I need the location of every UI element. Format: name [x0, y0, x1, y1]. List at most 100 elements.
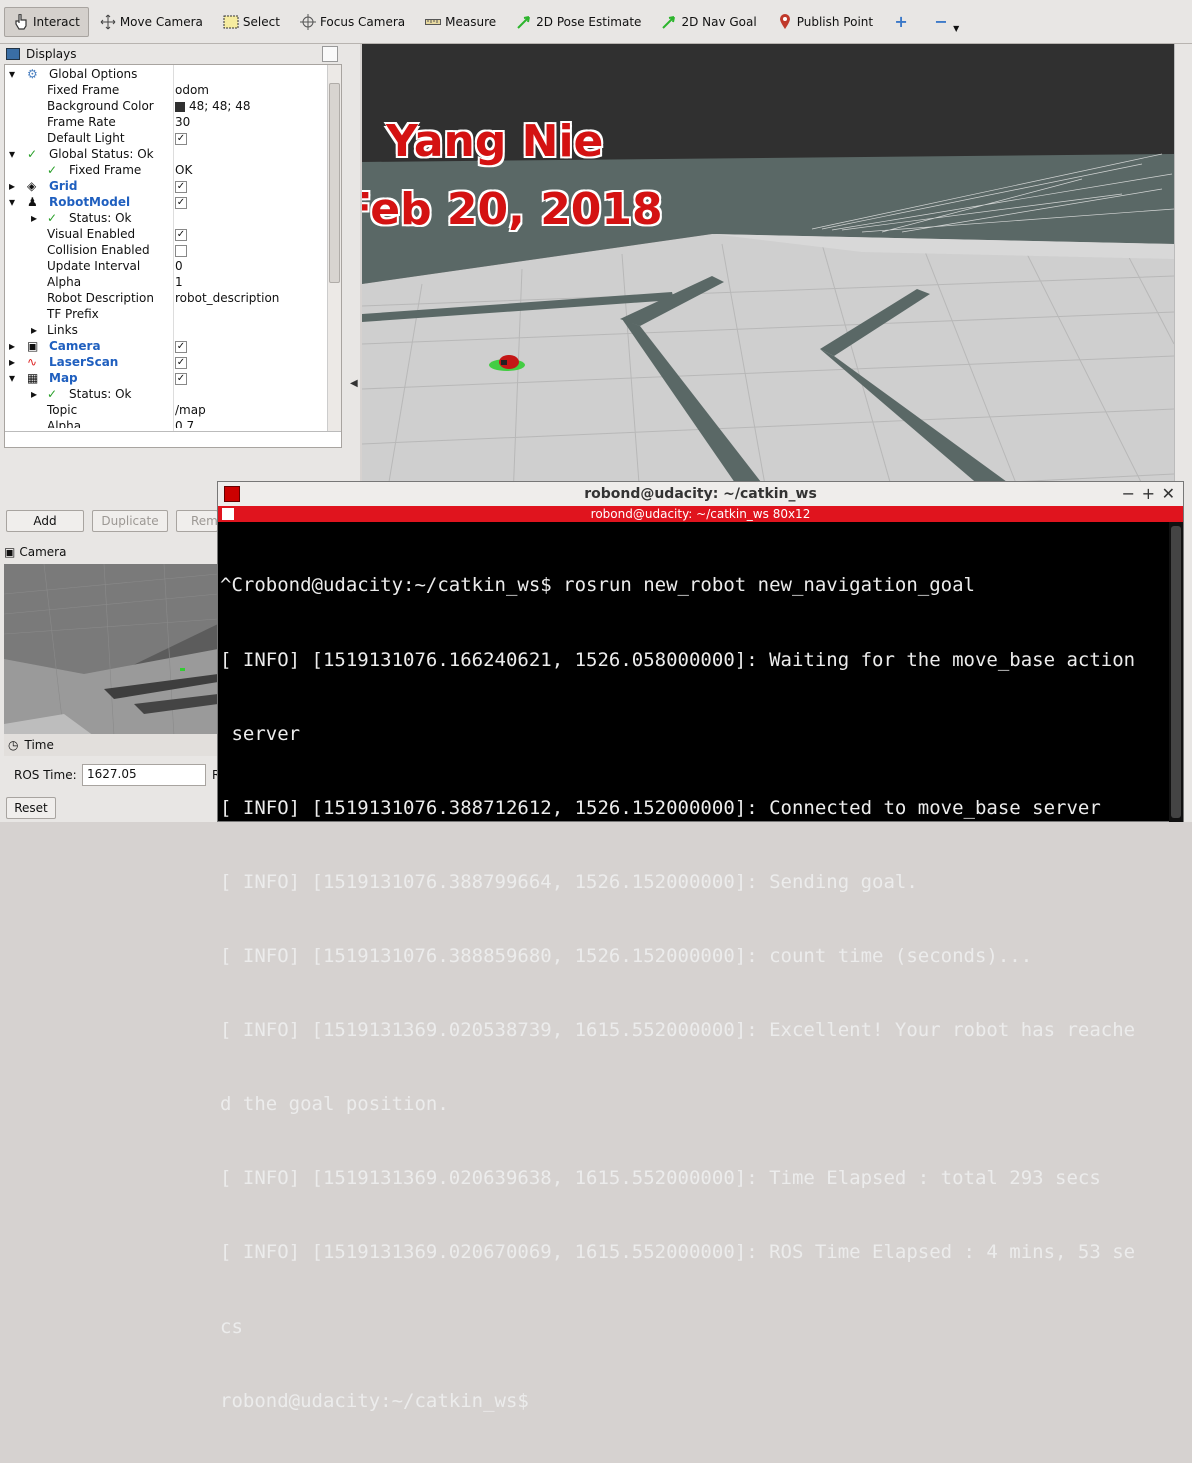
tree-row[interactable]: Alpha 1: [5, 274, 327, 290]
collapsed-arrow-icon[interactable]: ▸: [9, 338, 15, 354]
pose-estimate-tool[interactable]: 2D Pose Estimate: [507, 7, 650, 37]
tree-row[interactable]: Visual Enabled ✓: [5, 226, 327, 242]
time-panel-header: ◷ Time: [4, 734, 218, 756]
tree-row-laserscan[interactable]: ▸ ∿ LaserScan ✓: [5, 354, 327, 370]
camera-view[interactable]: [4, 564, 218, 736]
scrollbar-thumb[interactable]: [329, 83, 340, 283]
publish-point-tool[interactable]: Publish Point: [768, 7, 882, 37]
row-value[interactable]: 48; 48; 48: [175, 98, 251, 114]
terminal-output[interactable]: ^Crobond@udacity:~/catkin_ws$ rosrun new…: [220, 524, 1168, 1463]
map-pin-icon: [777, 13, 793, 30]
tree-row[interactable]: Frame Rate 30: [5, 114, 327, 130]
row-label: TF Prefix: [47, 307, 99, 321]
undock-button[interactable]: [322, 46, 338, 62]
terminal-line: ^Crobond@udacity:~/catkin_ws$ rosrun new…: [220, 574, 975, 597]
terminal-line: server: [220, 722, 301, 745]
collapsed-arrow-icon[interactable]: ▸: [9, 354, 15, 370]
ros-time-field[interactable]: 1627.05: [82, 764, 206, 786]
collapsed-arrow-icon[interactable]: ▸: [31, 210, 37, 226]
add-button[interactable]: Add: [6, 510, 84, 532]
tree-row[interactable]: Collision Enabled: [5, 242, 327, 258]
maximize-icon[interactable]: +: [1142, 484, 1155, 503]
tree-row[interactable]: Topic /map: [5, 402, 327, 418]
measure-tool[interactable]: Measure: [416, 7, 505, 37]
terminal-titlebar: robond@udacity: ~/catkin_ws − + ✕: [218, 482, 1183, 506]
tree-row[interactable]: ✓ Fixed Frame OK: [5, 162, 327, 178]
terminal-scrollbar[interactable]: [1169, 522, 1183, 822]
tree-row[interactable]: Update Interval 0: [5, 258, 327, 274]
camera-icon: ▣: [27, 339, 39, 353]
remove-tool-button[interactable]: − ▼: [924, 7, 968, 37]
checkbox-unchecked[interactable]: [175, 242, 187, 258]
add-tool-button[interactable]: +: [884, 7, 922, 37]
publish-point-label: Publish Point: [796, 14, 874, 29]
close-icon[interactable]: ✕: [1162, 484, 1175, 503]
checkbox-checked[interactable]: ✓: [175, 226, 187, 242]
move-camera-tool[interactable]: Move Camera: [91, 7, 212, 37]
displays-tree[interactable]: ▾ ⚙ Global Options Fixed Frame odom Back…: [4, 64, 342, 448]
expand-arrow-icon[interactable]: ▾: [9, 370, 15, 386]
terminal-line: [ INFO] [1519131076.388799664, 1526.1520…: [220, 870, 918, 893]
tree-row[interactable]: Default Light ✓: [5, 130, 327, 146]
tree-row-robotmodel[interactable]: ▾ ♟ RobotModel ✓: [5, 194, 327, 210]
collapsed-arrow-icon[interactable]: ▸: [31, 322, 37, 338]
tree-row[interactable]: TF Prefix: [5, 306, 327, 322]
divider: [5, 431, 341, 432]
interact-label: Interact: [33, 14, 80, 29]
tree-row-map[interactable]: ▾ ▦ Map ✓: [5, 370, 327, 386]
scrollbar-thumb[interactable]: [1171, 526, 1181, 818]
row-value[interactable]: /map: [175, 402, 206, 418]
tree-row[interactable]: Robot Description robot_description: [5, 290, 327, 306]
tree-row[interactable]: Fixed Frame odom: [5, 82, 327, 98]
checkbox-checked[interactable]: ✓: [175, 194, 187, 210]
row-label: Update Interval: [47, 259, 141, 273]
terminal-icon: [224, 486, 240, 502]
expand-arrow-icon[interactable]: ▾: [9, 146, 15, 162]
green-arrow-icon: [516, 14, 532, 30]
focus-camera-tool[interactable]: Focus Camera: [291, 7, 414, 37]
row-value[interactable]: 0.7: [175, 418, 194, 428]
terminal-window[interactable]: robond@udacity: ~/catkin_ws − + ✕ robond…: [217, 481, 1184, 1412]
focus-crosshair-icon: [299, 13, 316, 30]
row-label: Alpha: [47, 419, 82, 428]
check-icon: ✓: [27, 147, 38, 161]
expand-arrow-icon[interactable]: ▾: [9, 66, 15, 82]
nav-goal-label: 2D Nav Goal: [681, 14, 757, 29]
tree-row-grid[interactable]: ▸ ◈ Grid ✓: [5, 178, 327, 194]
tree-row-camera[interactable]: ▸ ▣ Camera ✓: [5, 338, 327, 354]
terminal-tab-bar[interactable]: robond@udacity: ~/catkin_ws 80x12: [218, 506, 1183, 522]
checkbox-checked[interactable]: ✓: [175, 178, 187, 194]
row-value[interactable]: 30: [175, 114, 190, 130]
minimize-icon[interactable]: −: [1122, 484, 1135, 503]
tree-row[interactable]: ▸ Links: [5, 322, 327, 338]
collapsed-arrow-icon[interactable]: ▸: [9, 178, 15, 194]
remove-button[interactable]: Rem: [176, 510, 218, 532]
row-value[interactable]: 0: [175, 258, 183, 274]
tree-row-global-options[interactable]: ▾ ⚙ Global Options: [5, 66, 327, 82]
tree-row[interactable]: ▸ ✓ Status: Ok: [5, 210, 327, 226]
displays-scrollbar[interactable]: [327, 65, 341, 431]
chevron-down-icon: ▼: [953, 24, 960, 33]
select-tool[interactable]: Select: [214, 7, 289, 37]
3d-viewport[interactable]: Yang Nie Feb 20, 2018 ◀: [362, 44, 1174, 524]
interact-tool[interactable]: Interact: [4, 6, 89, 37]
tree-row[interactable]: Background Color 48; 48; 48: [5, 98, 327, 114]
row-value[interactable]: 1: [175, 274, 183, 290]
checkbox-checked[interactable]: ✓: [175, 338, 187, 354]
collapsed-arrow-icon[interactable]: ▸: [31, 386, 37, 402]
reset-button[interactable]: Reset: [6, 797, 56, 819]
row-value[interactable]: odom: [175, 82, 209, 98]
nav-goal-tool[interactable]: 2D Nav Goal: [652, 7, 765, 37]
tree-row[interactable]: ▾ ✓ Global Status: Ok: [5, 146, 327, 162]
tree-row[interactable]: ▸ ✓ Status: Ok: [5, 386, 327, 402]
checkbox-checked[interactable]: ✓: [175, 130, 187, 146]
viewport-divider-arrow[interactable]: ◀: [350, 378, 358, 389]
checkbox-checked[interactable]: ✓: [175, 370, 187, 386]
tree-row[interactable]: Alpha 0.7: [5, 418, 327, 428]
duplicate-button[interactable]: Duplicate: [92, 510, 168, 532]
row-value[interactable]: robot_description: [175, 290, 279, 306]
checkbox-checked[interactable]: ✓: [175, 354, 187, 370]
plus-icon: +: [894, 12, 908, 31]
expand-arrow-icon[interactable]: ▾: [9, 194, 15, 210]
terminal-line: [ INFO] [1519131076.388859680, 1526.1520…: [220, 944, 1033, 967]
